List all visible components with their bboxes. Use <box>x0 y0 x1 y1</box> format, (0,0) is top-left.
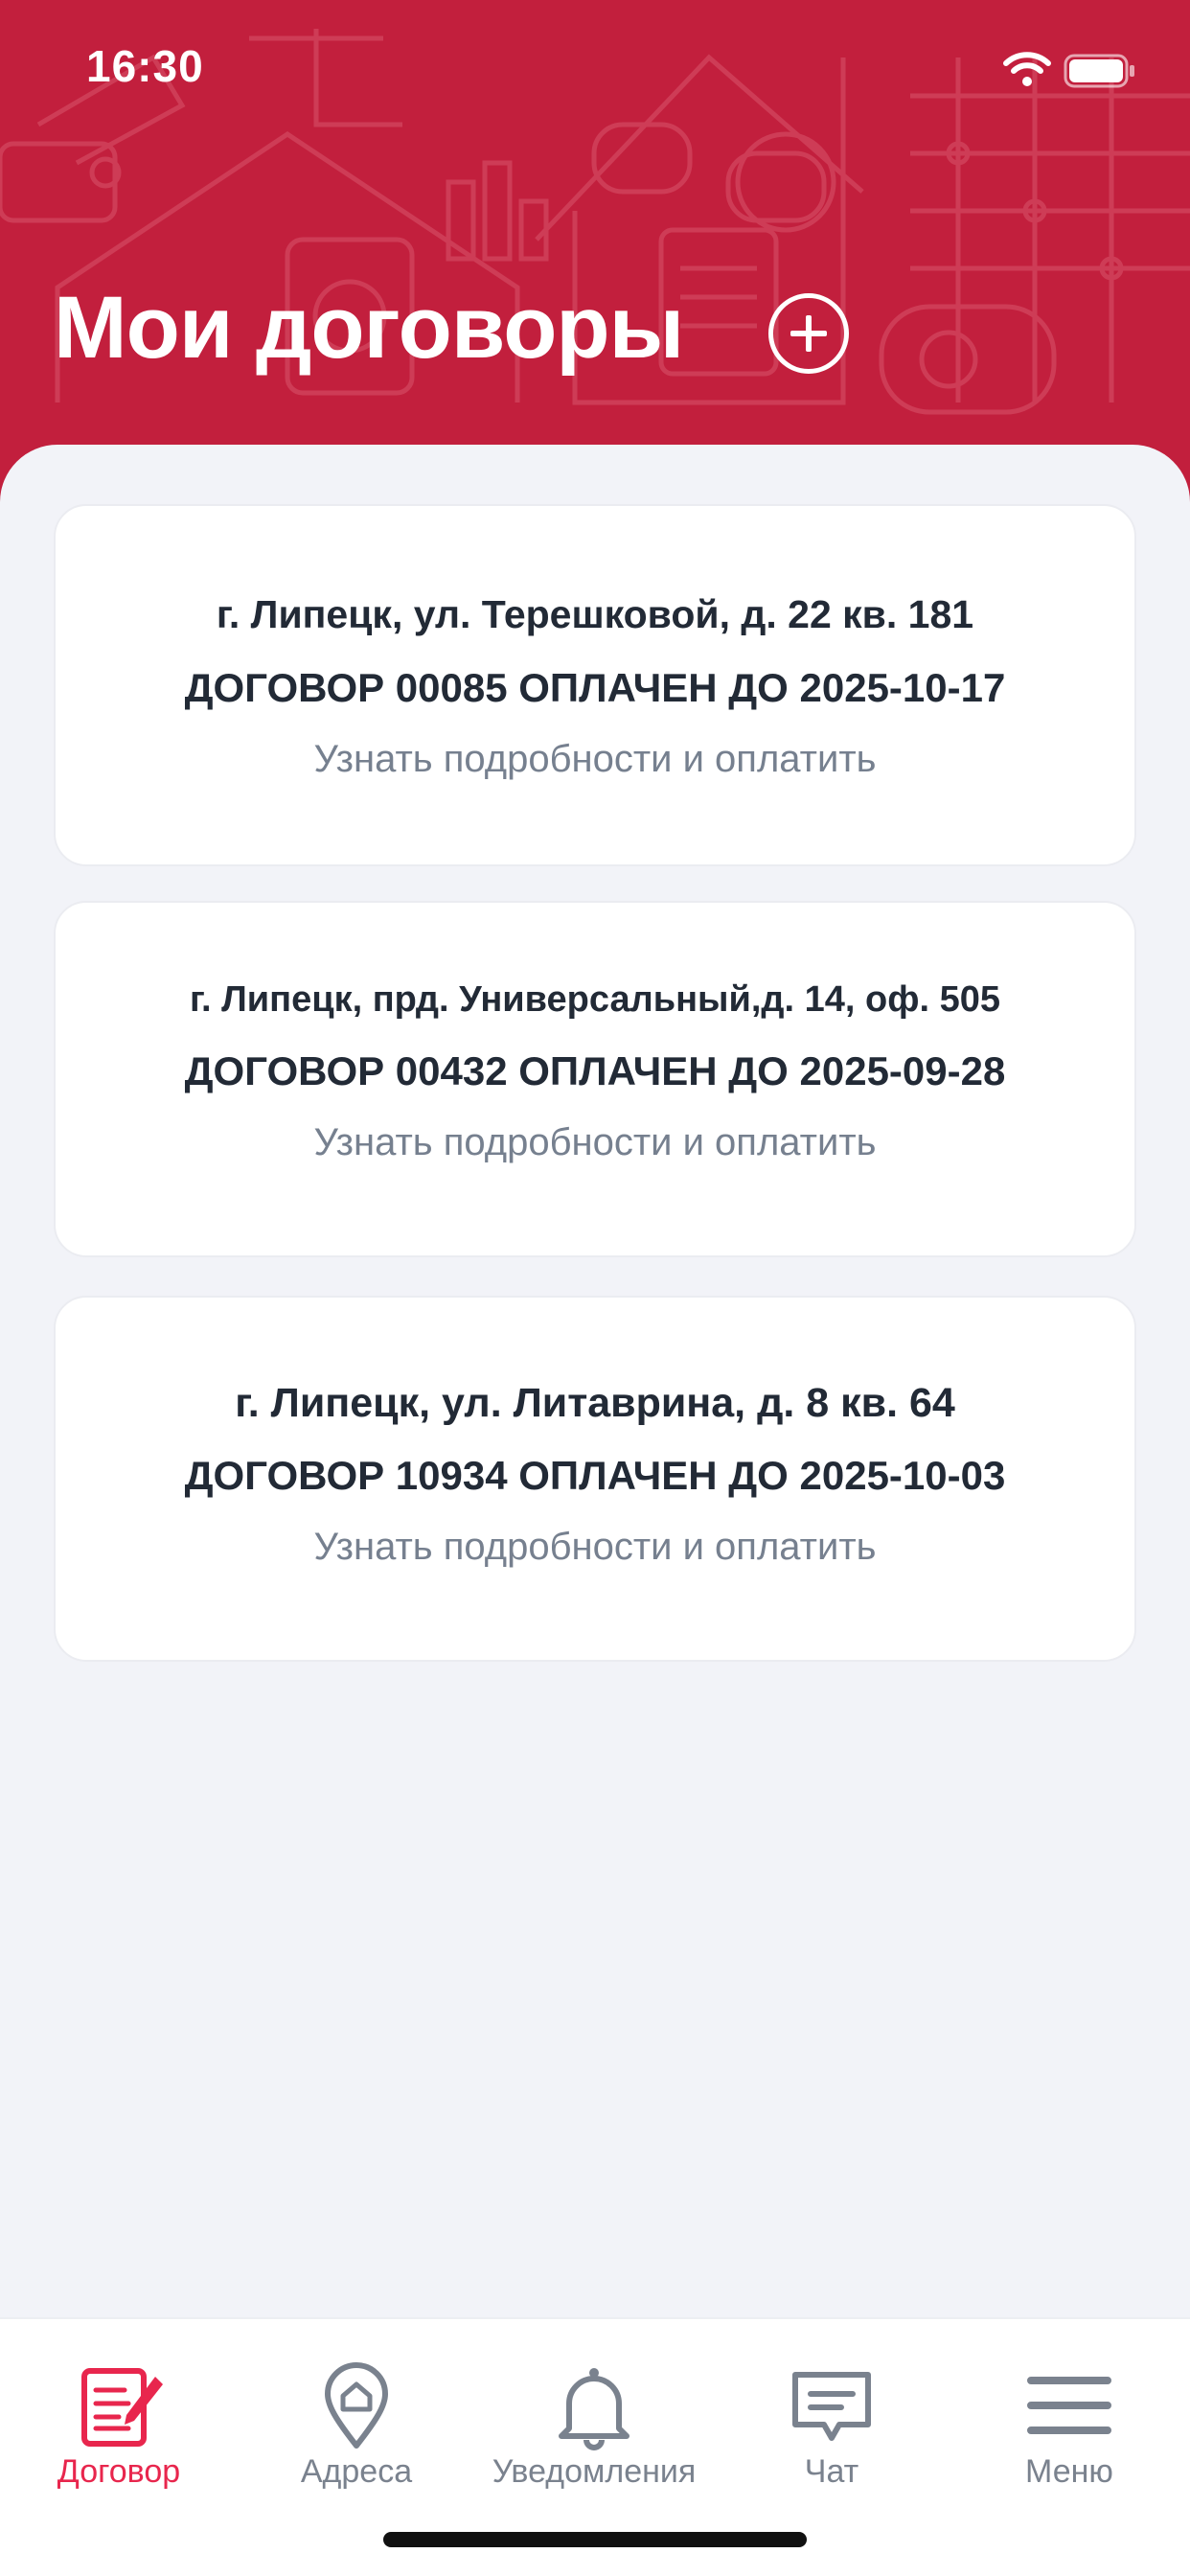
contracts-screen: 16:30 Мои договоры г. Липецк, ул. Терешк… <box>0 0 1190 2576</box>
tab-label: Чат <box>804 2453 859 2490</box>
location-home-icon <box>325 2362 388 2449</box>
wifi-icon <box>1003 52 1051 86</box>
contract-address: г. Липецк, ул. Терешковой, д. 22 кв. 181 <box>216 592 974 636</box>
contract-status: ДОГОВОР 00432 ОПЛАЧЕН ДО 2025-09-28 <box>184 1048 1006 1093</box>
bell-icon <box>559 2368 629 2450</box>
contract-card[interactable]: г. Липецк, ул. Литаврина, д. 8 кв. 64 ДО… <box>54 1296 1136 1662</box>
contract-card[interactable]: г. Липецк, ул. Терешковой, д. 22 кв. 181… <box>54 504 1136 866</box>
menu-icon <box>1027 2377 1111 2434</box>
contract-status: ДОГОВОР 00085 ОПЛАЧЕН ДО 2025-10-17 <box>184 665 1006 710</box>
tab-chat[interactable]: Чат <box>713 2338 950 2492</box>
contract-details-link[interactable]: Узнать подробности и оплатить <box>56 1526 1134 1569</box>
status-time: 16:30 <box>86 41 204 91</box>
tab-notifications[interactable]: Уведомления <box>475 2338 713 2492</box>
chat-icon <box>792 2372 871 2441</box>
contract-card[interactable]: г. Липецк, прд. Универсальный,д. 14, оф.… <box>54 901 1136 1257</box>
status-bar: 16:30 <box>0 0 1190 134</box>
tab-label: Адреса <box>300 2453 413 2490</box>
tab-contract[interactable]: Договор <box>0 2338 238 2492</box>
add-contract-button[interactable] <box>768 293 849 374</box>
contract-status: ДОГОВОР 10934 ОПЛАЧЕН ДО 2025-10-03 <box>184 1453 1006 1498</box>
tab-label: Договор <box>57 2453 181 2490</box>
contract-address: г. Липецк, прд. Универсальный,д. 14, оф.… <box>189 979 1001 1020</box>
contract-address: г. Липецк, ул. Литаврина, д. 8 кв. 64 <box>235 1380 955 1426</box>
tab-label: Уведомления <box>492 2453 697 2490</box>
tab-label: Меню <box>1025 2453 1113 2490</box>
contract-edit-icon <box>81 2368 163 2447</box>
tab-menu[interactable]: Меню <box>950 2338 1188 2492</box>
contracts-list: г. Липецк, ул. Терешковой, д. 22 кв. 181… <box>0 445 1190 2323</box>
home-indicator <box>383 2532 807 2547</box>
contract-details-link[interactable]: Узнать подробности и оплатить <box>56 1121 1134 1164</box>
page-title: Мои договоры <box>54 279 684 377</box>
battery-icon <box>1064 54 1134 88</box>
tab-addresses[interactable]: Адреса <box>238 2338 475 2492</box>
contract-details-link[interactable]: Узнать подробности и оплатить <box>56 738 1134 781</box>
